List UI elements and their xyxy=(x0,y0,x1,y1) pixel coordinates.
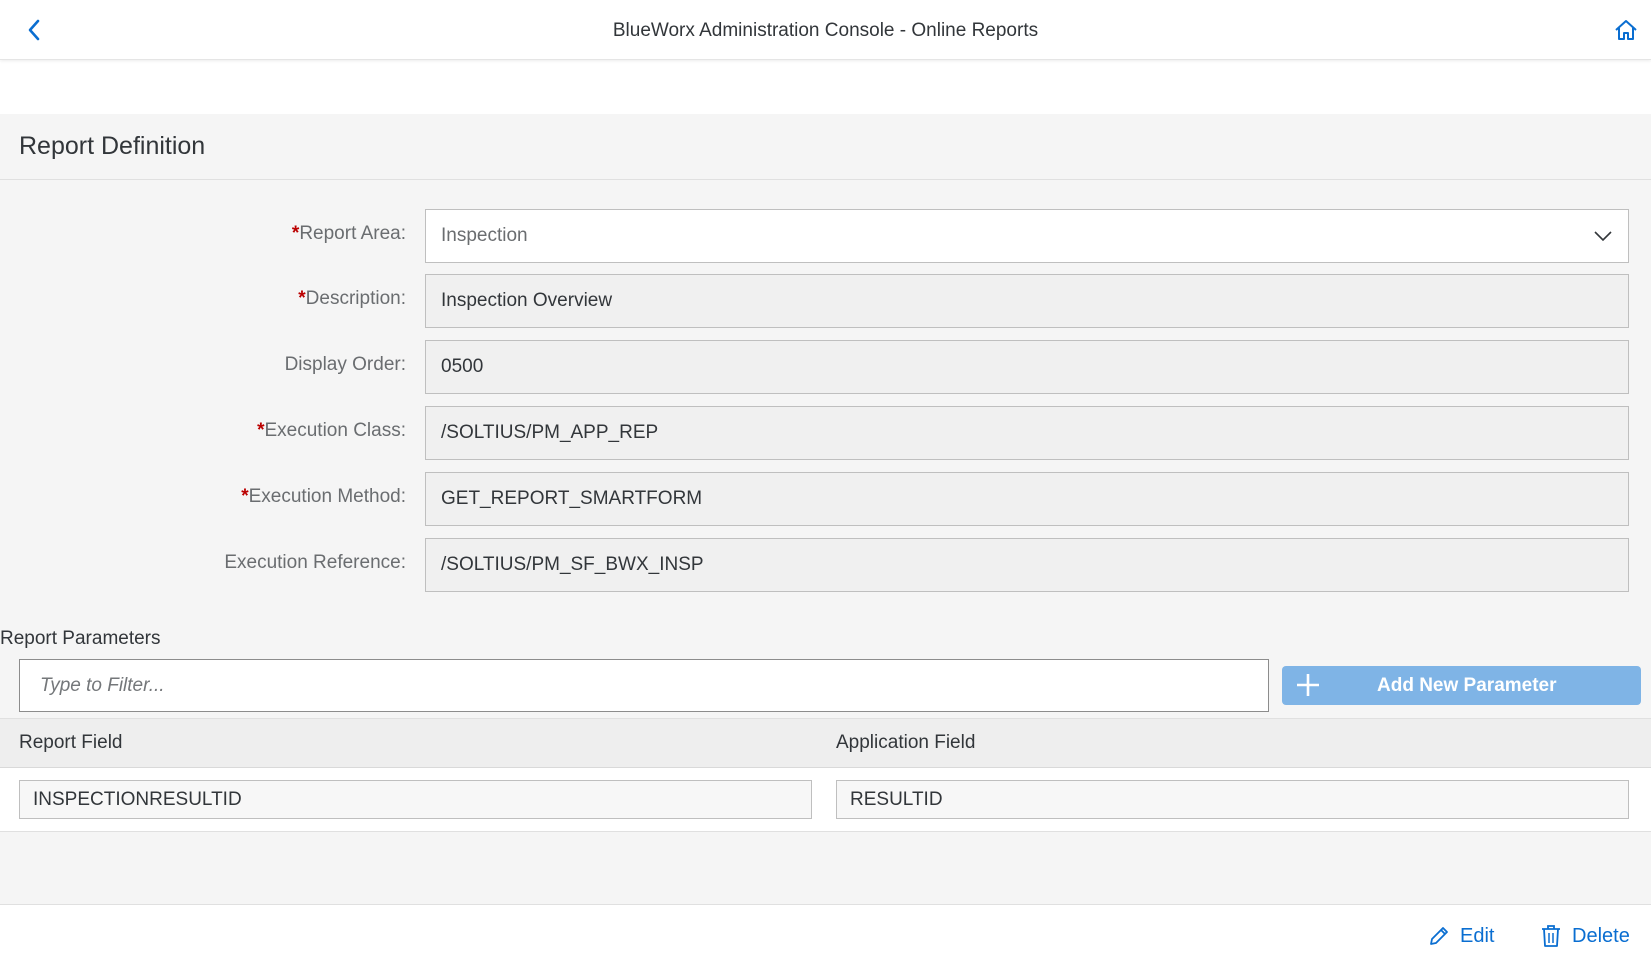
report-area-label: *Report Area: xyxy=(291,223,406,244)
display-order-field[interactable]: 0500 xyxy=(425,340,1629,394)
add-new-parameter-button[interactable]: Add New Parameter xyxy=(1282,666,1641,705)
footer-toolbar: Edit Delete xyxy=(0,904,1651,967)
report-area-value: Inspection xyxy=(441,225,528,246)
description-label: *Description: xyxy=(298,288,406,309)
execution-class-field[interactable]: /SOLTIUS/PM_APP_REP xyxy=(425,406,1629,460)
execution-class-row: *Execution Class: /SOLTIUS/PM_APP_REP xyxy=(0,406,1651,460)
back-button[interactable] xyxy=(20,16,48,44)
execution-reference-field[interactable]: /SOLTIUS/PM_SF_BWX_INSP xyxy=(425,538,1629,592)
application-field-input[interactable]: RESULTID xyxy=(836,780,1629,819)
plus-icon xyxy=(1297,674,1319,696)
table-row: INSPECTIONRESULTID RESULTID xyxy=(0,768,1651,832)
report-field-input[interactable]: INSPECTIONRESULTID xyxy=(19,780,812,819)
execution-method-row: *Execution Method: GET_REPORT_SMARTFORM xyxy=(0,472,1651,526)
section-header: Report Definition xyxy=(0,114,1651,180)
delete-label: Delete xyxy=(1572,924,1630,947)
report-parameters-label: Report Parameters xyxy=(0,628,161,649)
description-field[interactable]: Inspection Overview xyxy=(425,274,1629,328)
edit-label: Edit xyxy=(1460,924,1495,947)
chevron-down-icon xyxy=(1594,231,1612,242)
execution-method-label: *Execution Method: xyxy=(241,486,406,507)
execution-reference-label: Execution Reference: xyxy=(224,552,406,573)
parameter-filter-input[interactable]: Type to Filter... xyxy=(19,659,1269,712)
execution-class-label: *Execution Class: xyxy=(257,420,406,441)
execution-reference-row: Execution Reference: /SOLTIUS/PM_SF_BWX_… xyxy=(0,538,1651,592)
description-row: *Description: Inspection Overview xyxy=(0,274,1651,328)
report-area-select[interactable]: Inspection xyxy=(425,209,1629,263)
shell-bar: BlueWorx Administration Console - Online… xyxy=(0,0,1651,60)
display-order-row: Display Order: 0500 xyxy=(0,340,1651,394)
parameters-table-header: Report Field Application Field xyxy=(0,718,1651,768)
app-title: BlueWorx Administration Console - Online… xyxy=(612,20,1039,41)
section-title: Report Definition xyxy=(19,132,206,160)
required-marker: * xyxy=(298,288,306,309)
report-definition-panel: Report Definition *Report Area: Inspecti… xyxy=(0,114,1651,904)
report-area-row: *Report Area: Inspection xyxy=(0,209,1651,263)
home-icon xyxy=(1615,20,1637,40)
display-order-label: Display Order: xyxy=(284,354,406,375)
pencil-icon xyxy=(1430,927,1448,945)
chevron-left-icon xyxy=(28,19,40,41)
delete-button[interactable]: Delete xyxy=(1540,918,1630,954)
add-new-parameter-label: Add New Parameter xyxy=(1377,675,1557,696)
home-button[interactable] xyxy=(1612,16,1640,44)
execution-method-field[interactable]: GET_REPORT_SMARTFORM xyxy=(425,472,1629,526)
column-header-application-field[interactable]: Application Field xyxy=(836,732,975,754)
required-marker: * xyxy=(241,486,249,507)
column-header-report-field[interactable]: Report Field xyxy=(19,732,123,754)
edit-button[interactable]: Edit xyxy=(1428,918,1494,954)
trash-icon xyxy=(1542,925,1560,947)
